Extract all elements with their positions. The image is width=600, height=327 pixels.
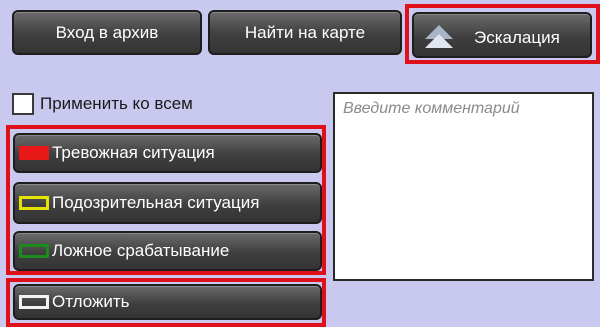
false-alarm-button[interactable]: Ложное срабатывание (13, 231, 322, 271)
false-alarm-label: Ложное срабатывание (52, 241, 230, 260)
red-swatch-icon (19, 146, 49, 160)
comment-textarea[interactable]: Введите комментарий (333, 92, 594, 281)
postpone-button[interactable]: Отложить (13, 284, 322, 320)
apply-all-label: Применить ко всем (40, 94, 193, 113)
archive-button[interactable]: Вход в архив (12, 10, 202, 55)
apply-all-checkbox[interactable] (12, 93, 34, 115)
green-swatch-icon (19, 244, 49, 258)
suspicious-situation-label: Подозрительная ситуация (52, 193, 260, 212)
suspicious-situation-button[interactable]: Подозрительная ситуация (13, 182, 322, 224)
yellow-swatch-icon (19, 196, 49, 210)
comment-placeholder: Введите комментарий (343, 100, 520, 117)
escalate-up-icon (425, 25, 453, 48)
find-on-map-button[interactable]: Найти на карте (208, 10, 402, 55)
postpone-label: Отложить (52, 292, 130, 311)
white-swatch-icon (19, 295, 49, 309)
find-on-map-button-label: Найти на карте (244, 22, 366, 42)
alarm-situation-button[interactable]: Тревожная ситуация (13, 133, 322, 173)
archive-button-label: Вход в архив (55, 22, 159, 42)
escalation-button-label: Эскалация (474, 28, 560, 47)
alarm-situation-label: Тревожная ситуация (52, 143, 215, 162)
escalation-button[interactable]: Эскалация (412, 12, 592, 58)
